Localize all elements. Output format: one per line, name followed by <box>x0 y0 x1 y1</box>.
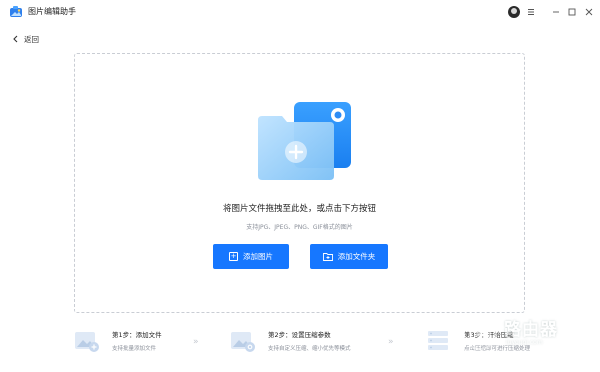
drop-zone-title: 将图片文件拖拽至此处，或点击下方按钮 <box>222 204 376 214</box>
app-title: 图片编辑助手 <box>28 7 76 16</box>
add-folder-button[interactable]: 添加文件夹 <box>310 244 388 269</box>
watermark-text: 路由器 <box>504 320 558 340</box>
add-image-button[interactable]: + 添加图片 <box>213 244 289 269</box>
watermark-url: luyouqi.com <box>506 339 543 346</box>
close-icon[interactable] <box>582 5 596 19</box>
double-chevron-right-icon: » <box>388 337 393 347</box>
watermark-logo-icon <box>463 316 497 350</box>
image-settings-icon <box>231 332 255 352</box>
minimize-icon[interactable] <box>549 5 563 19</box>
watermark: 路由器 luyouqi.com <box>462 313 592 353</box>
folder-plus-icon <box>322 253 333 261</box>
app-logo-icon <box>10 6 22 17</box>
back-button[interactable]: 返回 <box>12 33 39 45</box>
maximize-icon[interactable] <box>565 5 579 19</box>
back-label: 返回 <box>24 34 39 44</box>
double-chevron-right-icon: » <box>193 337 198 347</box>
step-1-desc: 支持批量添加文件 <box>112 346 157 352</box>
drop-zone[interactable]: 将图片文件拖拽至此处，或点击下方按钮 支持JPG、JPEG、PNG、GIF格式的… <box>74 53 525 313</box>
step-2-desc: 支持自定义压缩、缩小优先等模式 <box>268 346 351 352</box>
add-folder-illustration-icon <box>258 102 351 180</box>
drop-zone-subtitle: 支持JPG、JPEG、PNG、GIF格式的图片 <box>246 224 353 231</box>
user-avatar[interactable] <box>508 6 520 18</box>
add-image-label: 添加图片 <box>243 252 273 261</box>
menu-icon[interactable] <box>524 5 538 19</box>
step-2-title: 第2步：设置压缩参数 <box>268 331 331 339</box>
server-stack-icon <box>428 331 448 350</box>
step-1-title: 第1步：添加文件 <box>112 331 162 339</box>
image-add-icon <box>75 332 99 352</box>
add-folder-label: 添加文件夹 <box>337 252 376 261</box>
title-bar: 图片编辑助手 <box>0 0 600 24</box>
chevron-left-icon <box>13 35 18 43</box>
plus-icon: + <box>229 252 238 261</box>
